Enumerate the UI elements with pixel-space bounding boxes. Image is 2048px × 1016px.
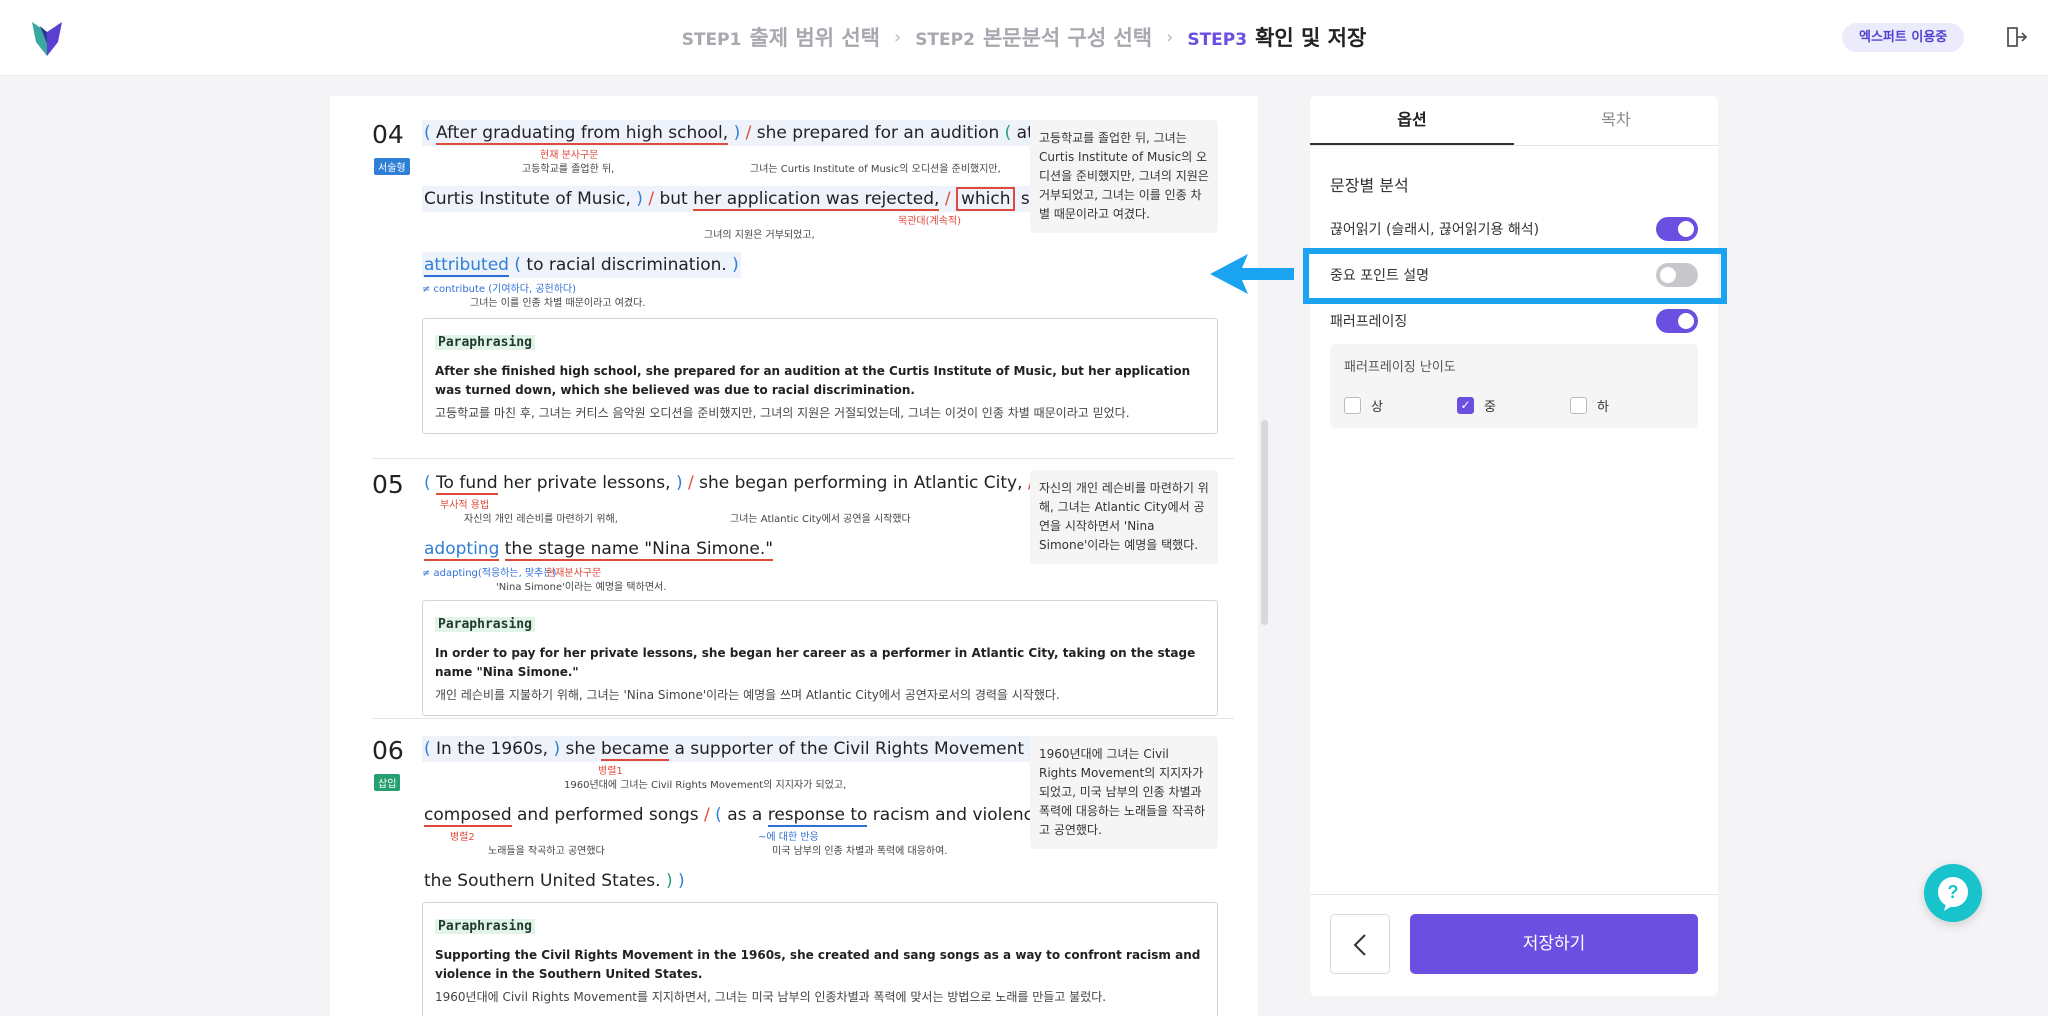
save-button[interactable]: 저장하기: [1410, 914, 1698, 974]
svg-text:?: ?: [1948, 882, 1959, 902]
checkbox[interactable]: [1344, 397, 1361, 414]
divider: [372, 718, 1234, 719]
checkbox-label: 하: [1597, 400, 1609, 415]
sentence-line: Curtis Institute of Music, ) / but her a…: [422, 186, 1053, 212]
back-button[interactable]: [1330, 914, 1390, 974]
question-tag: 삽입: [374, 774, 401, 791]
full-translation: 고등학교를 졸업한 뒤, 그녀는 Curtis Institute of Mus…: [1030, 120, 1218, 233]
sentence-line: ( To fund her private lessons, ) / she b…: [424, 473, 1034, 495]
step-3[interactable]: STEP3 확인 및 저장: [1187, 22, 1366, 52]
checkbox[interactable]: [1570, 397, 1587, 414]
sentence-line: attributed ( to racial discrimination. ): [422, 252, 741, 278]
paraphrasing-label: Paraphrasing: [435, 919, 535, 934]
option-label: 끊어읽기 (슬래시, 끊어읽기용 해석): [1330, 222, 1540, 238]
help-chat-icon: ?: [1938, 877, 1968, 911]
section-title: 문장별 분석: [1330, 176, 1409, 195]
chunk-translation: 그녀는 이를 인종 차별 때문이라고 여겼다.: [470, 298, 646, 309]
chunk-translation: 고등학교를 졸업한 뒤,: [522, 164, 615, 175]
vocab-note: ~에 대한 반응: [758, 832, 819, 843]
sentence-line: the Southern United States. ) ): [424, 871, 685, 891]
arrow-left-icon: [1210, 254, 1294, 294]
full-translation: 1960년대에 그녀는 Civil Rights Movement의 지지자가 …: [1030, 736, 1218, 849]
step-2[interactable]: STEP2 본문분석 구성 선택: [915, 22, 1152, 52]
sentence-line: ( In the 1960s, ) she became a supporter…: [422, 736, 1075, 762]
option-slash-reading: 끊어읽기 (슬래시, 끊어읽기용 해석): [1330, 214, 1698, 244]
difficulty-title: 패러프레이징 난이도: [1344, 360, 1456, 375]
toggle-knob: [1678, 313, 1694, 329]
question-number: 05: [372, 470, 404, 499]
tab-contents[interactable]: 목차: [1514, 96, 1718, 145]
checkbox-label: 상: [1371, 400, 1383, 415]
chunk-translation: 그녀의 지원은 거부되었고,: [704, 230, 815, 241]
difficulty-high[interactable]: 상: [1344, 396, 1383, 415]
divider: [1310, 894, 1718, 895]
chevron-right-icon: ›: [893, 26, 902, 48]
chunk-translation: 그녀는 Atlantic City에서 공연을 시작했다: [730, 514, 911, 525]
exit-icon[interactable]: [2004, 25, 2028, 49]
sentence-line: ( After graduating from high school, ) /…: [422, 120, 1070, 146]
paraphrasing-english: In order to pay for her private lessons,…: [435, 646, 1196, 679]
full-translation: 자신의 개인 레슨비를 마련하기 위해, 그녀는 Atlantic City에서…: [1030, 470, 1218, 564]
panel-tabs: 옵션 목차: [1310, 96, 1718, 146]
analysis-content: 04 서술형 ( After graduating from high scho…: [330, 96, 1258, 1016]
divider: [372, 458, 1234, 459]
chevron-right-icon: ›: [1166, 26, 1174, 48]
question-tag: 서술형: [374, 158, 410, 175]
question-04: 04 서술형 ( After graduating from high scho…: [372, 120, 1234, 450]
option-label: 패러프레이징: [1330, 314, 1408, 330]
grammar-note: 현재 분사구문: [540, 150, 599, 161]
top-bar: STEP1 출제 범위 선택 › STEP2 본문분석 구성 선택 › STEP…: [0, 0, 2048, 76]
grammar-note: 현재분사구문: [546, 568, 602, 579]
chunk-translation: 그녀는 Curtis Institute of Music의 오디션을 준비했지…: [750, 164, 1001, 175]
paraphrasing-label: Paraphrasing: [435, 617, 535, 632]
paraphrasing-box: Paraphrasing After she finished high sch…: [422, 318, 1218, 434]
chunk-translation: 'Nina Simone'이라는 예명을 택하면서.: [496, 582, 667, 593]
expert-badge[interactable]: 엑스퍼트 이용중: [1842, 23, 1965, 52]
paraphrasing-korean: 개인 레슨비를 지불하기 위해, 그녀는 'Nina Simone'이라는 예명…: [435, 688, 1060, 702]
grammar-note: 병렬2: [450, 832, 475, 843]
sentence-line: adopting the stage name "Nina Simone.": [424, 539, 774, 561]
toggle-paraphrasing[interactable]: [1656, 309, 1698, 333]
chevron-left-icon: [1353, 934, 1366, 956]
check-icon[interactable]: ✓: [1457, 397, 1474, 414]
paraphrasing-label: Paraphrasing: [435, 335, 535, 350]
step-1[interactable]: STEP1 출제 범위 선택: [682, 22, 880, 52]
options-panel: 옵션 목차 문장별 분석 끊어읽기 (슬래시, 끊어읽기용 해석) 중요 포인트…: [1310, 96, 1718, 996]
chunk-translation: 1960년대에 그녀는 Civil Rights Movement의 지지자가 …: [564, 780, 847, 791]
paraphrasing-box: Paraphrasing In order to pay for her pri…: [422, 600, 1218, 716]
grammar-note: 부사적 용법: [440, 500, 490, 511]
content-scrollbar[interactable]: [1261, 420, 1268, 625]
tab-options[interactable]: 옵션: [1310, 96, 1514, 145]
paraphrasing-box: Paraphrasing Supporting the Civil Rights…: [422, 902, 1218, 1016]
chunk-translation: 자신의 개인 레슨비를 마련하기 위해,: [464, 514, 618, 525]
grammar-note: 병렬1: [598, 766, 623, 777]
question-number: 06: [372, 736, 404, 765]
vocab-note: ≠ contribute (기여하다, 공헌하다): [422, 284, 577, 295]
difficulty-low[interactable]: 하: [1570, 396, 1609, 415]
difficulty-mid[interactable]: ✓ 중: [1457, 396, 1496, 415]
question-number: 04: [372, 120, 404, 149]
paraphrasing-english: Supporting the Civil Rights Movement in …: [435, 948, 1201, 981]
toggle-knob: [1678, 221, 1694, 237]
chunk-translation: 노래들을 작곡하고 공연했다: [488, 846, 605, 857]
highlight-frame: [1303, 248, 1727, 304]
sentence-line: composed and performed songs / ( as a re…: [424, 805, 1076, 827]
step-indicator: STEP1 출제 범위 선택 › STEP2 본문분석 구성 선택 › STEP…: [0, 22, 2048, 52]
paraphrasing-korean: 1960년대에 Civil Rights Movement를 지지하면서, 그녀…: [435, 990, 1107, 1004]
chunk-translation: 미국 남부의 인종 차별과 폭력에 대응하여.: [772, 846, 948, 857]
paraphrasing-korean: 고등학교를 마친 후, 그녀는 커티스 음악원 오디션을 준비했지만, 그녀의 …: [435, 406, 1130, 420]
question-05: 05 ( To fund her private lessons, ) / sh…: [372, 470, 1234, 730]
toggle-slash-reading[interactable]: [1656, 217, 1698, 241]
vocab-note: ≠ adapting(적응하는, 맞추는): [422, 568, 557, 579]
option-paraphrasing: 패러프레이징: [1330, 306, 1698, 336]
help-chat-button[interactable]: ?: [1924, 864, 1982, 922]
difficulty-box: 패러프레이징 난이도 상 ✓ 중 하: [1330, 344, 1698, 428]
paraphrasing-english: After she finished high school, she prep…: [435, 364, 1191, 397]
grammar-note: 목관대(계속적): [898, 216, 962, 227]
question-06: 06 삽입 ( In the 1960s, ) she became a sup…: [372, 736, 1234, 1016]
checkbox-label: 중: [1484, 400, 1496, 415]
